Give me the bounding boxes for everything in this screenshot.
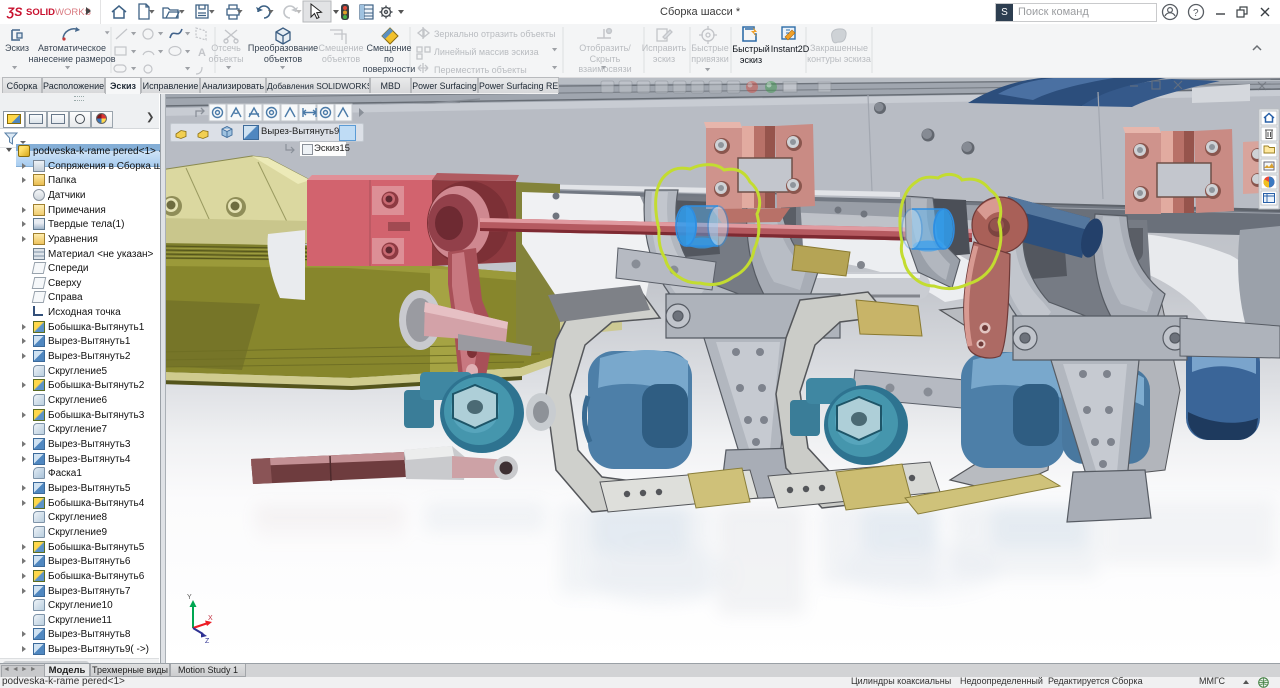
svg-text:?: ? (1193, 8, 1199, 19)
svg-text:Y: Y (187, 594, 192, 601)
svg-text:X: X (208, 615, 213, 622)
svg-text:A: A (198, 47, 206, 59)
svg-text:Z: Z (205, 638, 210, 645)
